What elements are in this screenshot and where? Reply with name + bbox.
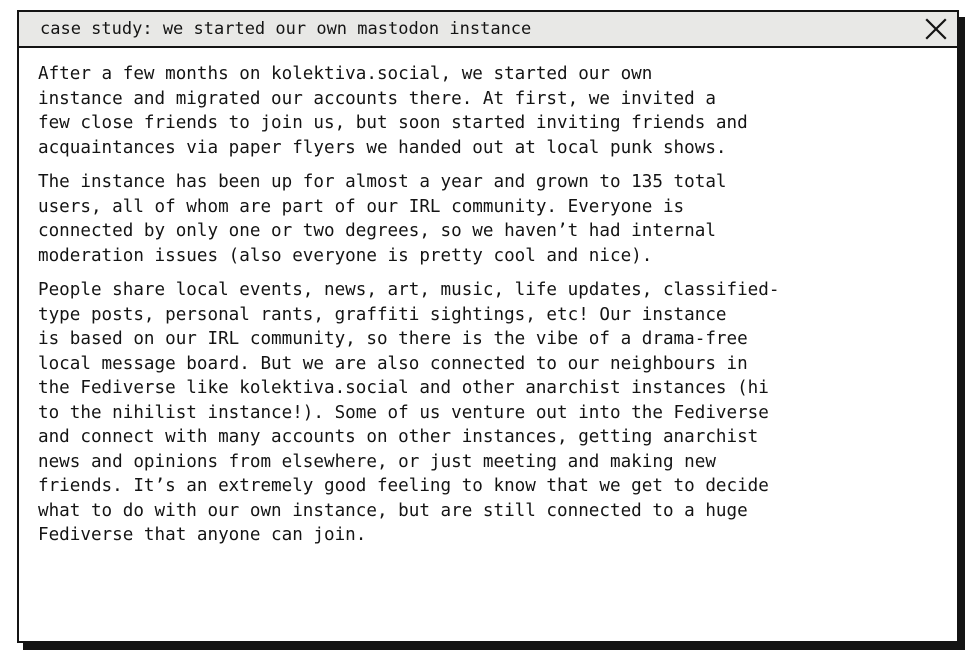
paragraph-line: moderation issues (also everyone is pret…: [38, 245, 653, 266]
paragraph-line: People share local events, news, art, mu…: [38, 280, 780, 300]
paragraph-line: local message board. But we are also con…: [38, 353, 748, 374]
paragraph-line: to the nihilist instance!). Some of us v…: [38, 402, 769, 423]
paragraph-line: acquaintances via paper flyers we handed…: [38, 137, 727, 158]
paragraph-line: connected by only one or two degrees, so…: [38, 221, 716, 241]
paragraph-line: few close friends to join us, but soon s…: [38, 113, 748, 133]
paragraph-line: After a few months on kolektiva.social, …: [38, 64, 653, 84]
paragraph-2: The instance has been up for almost a ye…: [38, 170, 945, 268]
paragraph-line: and connect with many accounts on other …: [38, 427, 759, 447]
paragraph-line: Fediverse that anyone can join.: [38, 525, 367, 545]
close-button[interactable]: [923, 16, 949, 42]
paragraph-1: After a few months on kolektiva.social, …: [38, 62, 945, 160]
paragraph-line: The instance has been up for almost a ye…: [38, 172, 727, 192]
paragraph-line: is based on our IRL community, so there …: [38, 329, 748, 349]
case-study-window: case study: we started our own mastodon …: [17, 10, 959, 643]
paragraph-line: news and opinions from elsewhere, or jus…: [38, 451, 716, 472]
paragraph-line: users, all of whom are part of our IRL c…: [38, 196, 685, 217]
close-icon: [925, 18, 947, 40]
window-title: case study: we started our own mastodon …: [40, 19, 532, 39]
paragraph-line: what to do with our own instance, but ar…: [38, 500, 748, 521]
window-titlebar: case study: we started our own mastodon …: [19, 12, 957, 48]
paragraph-line: the Fediverse like kolektiva.social and …: [38, 378, 769, 398]
paragraph-line: instance and migrated our accounts there…: [38, 88, 716, 109]
paragraph-line: type posts, personal rants, graffiti sig…: [38, 304, 727, 325]
paragraph-line: friends. It’s an extremely good feeling …: [38, 476, 769, 496]
window-body: After a few months on kolektiva.social, …: [19, 48, 957, 548]
paragraph-3: People share local events, news, art, mu…: [38, 278, 945, 548]
